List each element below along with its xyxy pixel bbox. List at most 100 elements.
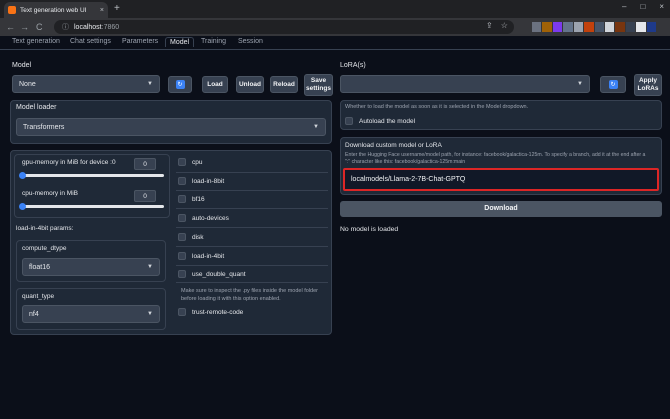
- save-settings-button[interactable]: Save settings: [304, 74, 333, 96]
- site-info-icon[interactable]: ⓘ: [62, 22, 69, 32]
- cpu-memory-slider-track[interactable]: [22, 205, 164, 208]
- extension-icon[interactable]: [646, 22, 657, 32]
- model-selected: None: [19, 80, 36, 88]
- browser-tab[interactable]: Text generation web UI ×: [4, 2, 108, 18]
- minimize-icon[interactable]: –: [622, 2, 626, 11]
- checkbox-label: Autoload the model: [359, 117, 416, 125]
- cpu-memory-slider-thumb[interactable]: [19, 203, 26, 210]
- extension-icon[interactable]: [532, 22, 542, 32]
- cpu-memory-label: cpu-memory in MiB: [22, 190, 78, 197]
- apply-loras-button[interactable]: Apply LoRAs: [634, 74, 662, 96]
- inspect-note-line1: Make sure to inspect the .py files insid…: [181, 288, 318, 294]
- chevron-down-icon: ▼: [577, 81, 583, 87]
- checkbox-label: load-in-8bit: [192, 177, 225, 185]
- browser-tab-title: Text generation web UI: [20, 6, 87, 14]
- checkbox-box[interactable]: [178, 233, 186, 241]
- save-settings-line1: Save: [310, 77, 327, 84]
- reload-button[interactable]: Reload: [270, 76, 298, 93]
- lora-dropdown[interactable]: ▼: [340, 75, 590, 93]
- unload-button[interactable]: Unload: [236, 76, 264, 93]
- checkbox-box[interactable]: [178, 252, 186, 260]
- tab-text-generation[interactable]: Text generation: [12, 38, 60, 45]
- params-4bit-label: load-in-4bit params:: [16, 225, 74, 232]
- load-button[interactable]: Load: [202, 76, 228, 93]
- address-bar: ← → C ⓘ localhost :7860 ⇪ ☆: [0, 18, 670, 36]
- download-model-input[interactable]: localmodels/Llama-2-7B-Chat-GPTQ: [343, 168, 659, 191]
- quant-type-dropdown[interactable]: nf4 ▼: [22, 305, 160, 323]
- checkbox-box[interactable]: [178, 195, 186, 203]
- tab-parameters[interactable]: Parameters: [122, 38, 158, 45]
- extension-icon[interactable]: [542, 22, 552, 32]
- maximize-icon[interactable]: □: [640, 2, 645, 11]
- gpu-memory-slider-track[interactable]: [22, 174, 164, 177]
- extension-icon[interactable]: [604, 22, 615, 32]
- model-dropdown[interactable]: None ▼: [12, 75, 160, 93]
- gpu-memory-input[interactable]: 0: [134, 158, 156, 170]
- refresh-models-button[interactable]: ↻: [168, 76, 192, 93]
- checkbox-disk[interactable]: disk: [178, 231, 204, 243]
- cpu-memory-input[interactable]: 0: [134, 190, 156, 202]
- checkbox-cpu[interactable]: cpu: [178, 156, 202, 168]
- compute-dtype-dropdown[interactable]: float16 ▼: [22, 258, 160, 276]
- bookmark-star-icon[interactable]: ☆: [501, 21, 508, 30]
- model-loader-label: Model loader: [16, 104, 57, 111]
- checkbox-bf16[interactable]: bf16: [178, 193, 205, 205]
- compute-dtype-selected: float16: [29, 263, 51, 271]
- extension-icon[interactable]: [615, 22, 625, 32]
- checkbox-autoload[interactable]: Autoload the model: [345, 115, 415, 127]
- new-tab-icon[interactable]: +: [114, 2, 120, 16]
- checkbox-box[interactable]: [345, 117, 353, 125]
- download-help-line2: ":" character like this: facebook/galact…: [345, 159, 466, 165]
- autoload-info: Whether to load the model as soon as it …: [345, 104, 529, 110]
- extension-icon[interactable]: [563, 22, 573, 32]
- checkbox-label: trust-remote-code: [192, 308, 244, 316]
- checkbox-use-double-quant[interactable]: use_double_quant: [178, 268, 246, 280]
- back-icon[interactable]: ←: [6, 21, 15, 33]
- checkbox-box[interactable]: [178, 177, 186, 185]
- url-port: :7860: [101, 23, 120, 31]
- tab-session[interactable]: Session: [238, 38, 263, 45]
- checkbox-load-in-8bit[interactable]: load-in-8bit: [178, 175, 224, 187]
- checkbox-box[interactable]: [178, 158, 186, 166]
- tab-chat-settings[interactable]: Chat settings: [70, 38, 111, 45]
- model-label: Model: [12, 62, 32, 69]
- inspect-note-line2: before loading it with this option enabl…: [181, 296, 281, 302]
- checkbox-box[interactable]: [178, 214, 186, 222]
- window-close-icon[interactable]: ×: [659, 2, 664, 11]
- share-icon[interactable]: ⇪: [486, 21, 493, 30]
- tab-model[interactable]: Model: [165, 37, 195, 47]
- checkbox-auto-devices[interactable]: auto-devices: [178, 212, 229, 224]
- quant-type-label: quant_type: [22, 293, 55, 300]
- extension-icon[interactable]: [552, 22, 563, 32]
- checkbox-box[interactable]: [178, 270, 186, 278]
- checkbox-box[interactable]: [178, 308, 186, 316]
- extension-icon[interactable]: [594, 22, 604, 32]
- forward-icon[interactable]: →: [20, 21, 29, 33]
- url-actions: ⇪ ☆: [486, 21, 508, 30]
- extension-icon[interactable]: [573, 22, 584, 32]
- refresh-loras-button[interactable]: ↻: [600, 76, 626, 93]
- model-loader-selected: Transformers: [23, 123, 65, 131]
- checkbox-label: cpu: [192, 158, 203, 166]
- refresh-icon: ↻: [608, 80, 618, 89]
- checkbox-load-in-4bit[interactable]: load-in-4bit: [178, 250, 224, 262]
- checkbox-trust-remote-code[interactable]: trust-remote-code: [178, 306, 243, 318]
- extension-icon[interactable]: [625, 22, 636, 32]
- extension-icon[interactable]: [636, 22, 646, 32]
- divider: [176, 190, 328, 191]
- chevron-down-icon: ▼: [147, 264, 153, 270]
- tab-training[interactable]: Training: [201, 38, 226, 45]
- url-input[interactable]: ⓘ localhost :7860: [54, 20, 514, 34]
- model-loader-dropdown[interactable]: Transformers ▼: [16, 118, 326, 136]
- download-help-line1: Enter the Hugging Face username/model pa…: [345, 152, 646, 158]
- window-controls: – □ ×: [622, 2, 664, 11]
- reload-icon[interactable]: C: [36, 21, 43, 33]
- tab-close-icon[interactable]: ×: [100, 7, 104, 14]
- download-button[interactable]: Download: [340, 201, 662, 217]
- gpu-memory-slider-thumb[interactable]: [19, 172, 26, 179]
- divider: [176, 246, 328, 247]
- extension-icon[interactable]: [584, 22, 594, 32]
- extension-icons: [532, 22, 657, 32]
- url-host: localhost: [74, 23, 102, 31]
- divider: [176, 282, 328, 283]
